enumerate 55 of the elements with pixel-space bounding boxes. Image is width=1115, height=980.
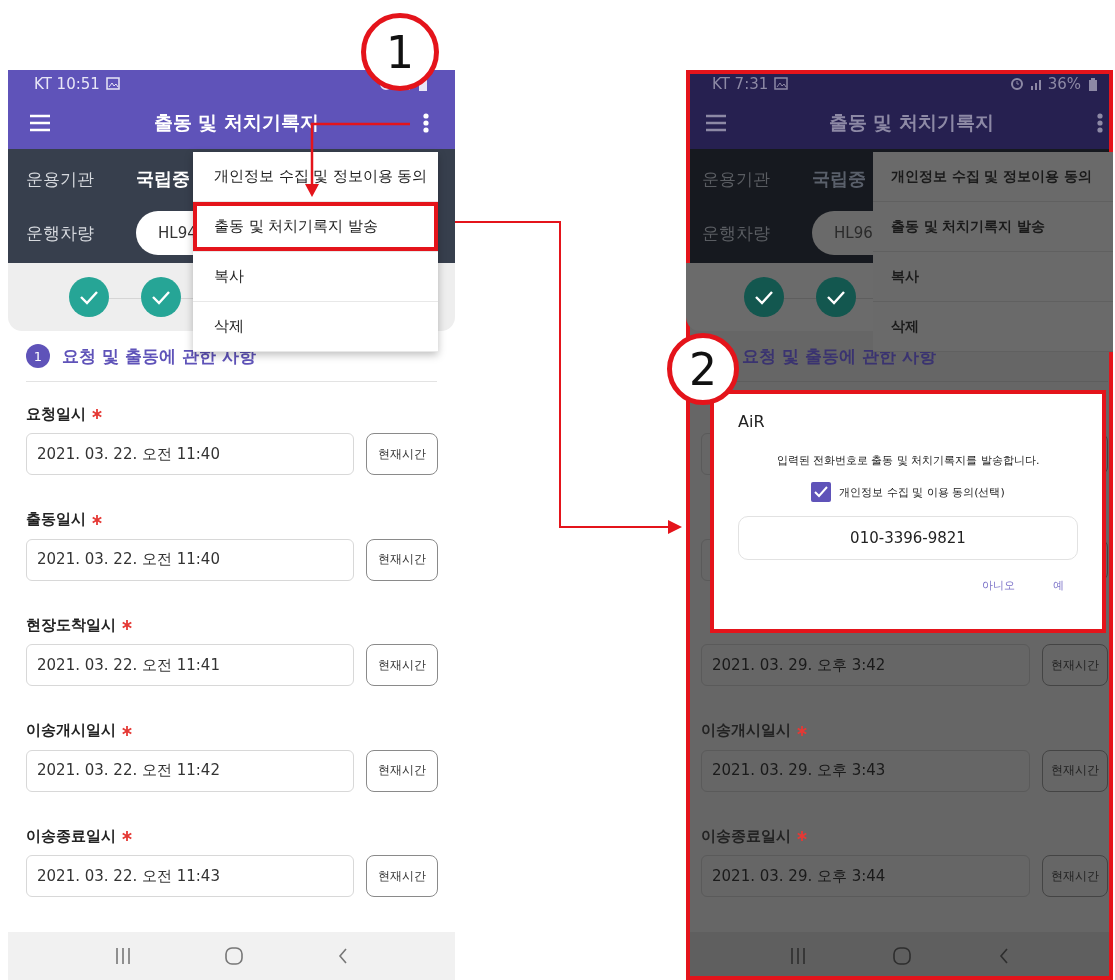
image-icon — [774, 77, 789, 91]
step-check-icon[interactable] — [744, 277, 784, 318]
datetime-field[interactable]: 2021. 03. 22. 오전 11:42 — [26, 749, 354, 792]
image-icon — [105, 77, 120, 91]
dialog-title: AiR — [738, 412, 766, 431]
back-icon[interactable] — [999, 947, 1010, 964]
field-label: 출동일시 — [26, 510, 86, 530]
phone-number-field[interactable]: 010-3396-9821 — [738, 516, 1078, 560]
current-time-button[interactable]: 현재시간 — [366, 855, 438, 898]
field-label: 요청일시 — [26, 404, 86, 424]
menu-item[interactable]: 삭제 — [193, 302, 438, 352]
more-options-icon[interactable] — [423, 113, 429, 134]
section-number: 1 — [26, 344, 50, 369]
field-label: 이송개시일시 — [701, 721, 791, 741]
field-label: 운용기관 — [702, 167, 771, 191]
step-number-badge: 2 — [667, 333, 739, 405]
datetime-field[interactable]: 2021. 03. 22. 오전 11:40 — [26, 538, 354, 581]
checkbox[interactable] — [811, 482, 832, 502]
app-title: 출동 및 처치기록지 — [828, 110, 995, 136]
menu-icon[interactable] — [706, 114, 726, 133]
home-icon[interactable] — [893, 946, 912, 965]
current-time-button[interactable]: 현재시간 — [366, 538, 438, 581]
datetime-field[interactable]: 2021. 03. 22. 오전 11:41 — [26, 644, 354, 687]
field-label: 현장도착일시 — [26, 615, 116, 635]
organization-name: 국립중 — [812, 167, 866, 192]
app-title: 출동 및 처치기록지 — [153, 110, 320, 136]
menu-item[interactable]: 출동 및 처치기록지 발송 — [193, 202, 438, 252]
field-label: 운용기관 — [26, 167, 95, 191]
current-time-button[interactable]: 현재시간 — [366, 749, 438, 792]
datetime-field[interactable]: 2021. 03. 22. 오전 11:40 — [26, 433, 354, 476]
status-time: KT 7:31 — [712, 74, 769, 93]
step-number-badge: 1 — [361, 13, 439, 91]
current-time-button[interactable]: 현재시간 — [366, 644, 438, 687]
more-options-icon[interactable] — [1097, 113, 1103, 134]
current-time-button[interactable]: 현재시간 — [366, 433, 438, 476]
dialog-button[interactable]: 예 — [1049, 576, 1068, 595]
field-label: 이송종료일시 — [26, 826, 116, 846]
step-check-icon[interactable] — [69, 277, 109, 318]
field-label: 이송종료일시 — [701, 826, 791, 846]
datetime-field[interactable]: 2021. 03. 22. 오전 11:43 — [26, 855, 354, 898]
field-label: 이송개시일시 — [26, 721, 116, 741]
battery-level: 36% — [1047, 74, 1081, 93]
menu-item[interactable]: 복사 — [193, 252, 438, 302]
recent-apps-icon[interactable] — [115, 947, 132, 964]
dialog-message: 입력된 전화번호로 출동 및 처치기록지를 발송합니다. — [775, 453, 1041, 468]
field-label: 운행차량 — [702, 221, 771, 245]
organization-name: 국립중 — [136, 167, 190, 192]
dialog-button[interactable]: 아니오 — [978, 576, 1019, 595]
home-icon[interactable] — [225, 946, 244, 965]
back-icon[interactable] — [337, 947, 348, 964]
field-label: 운행차량 — [26, 221, 95, 245]
checkbox-label: 개인정보 수집 및 이용 동의(선택) — [839, 484, 1005, 500]
step-check-icon[interactable] — [141, 277, 181, 318]
step-check-icon[interactable] — [816, 277, 856, 318]
status-time: KT 10:51 — [34, 74, 100, 93]
